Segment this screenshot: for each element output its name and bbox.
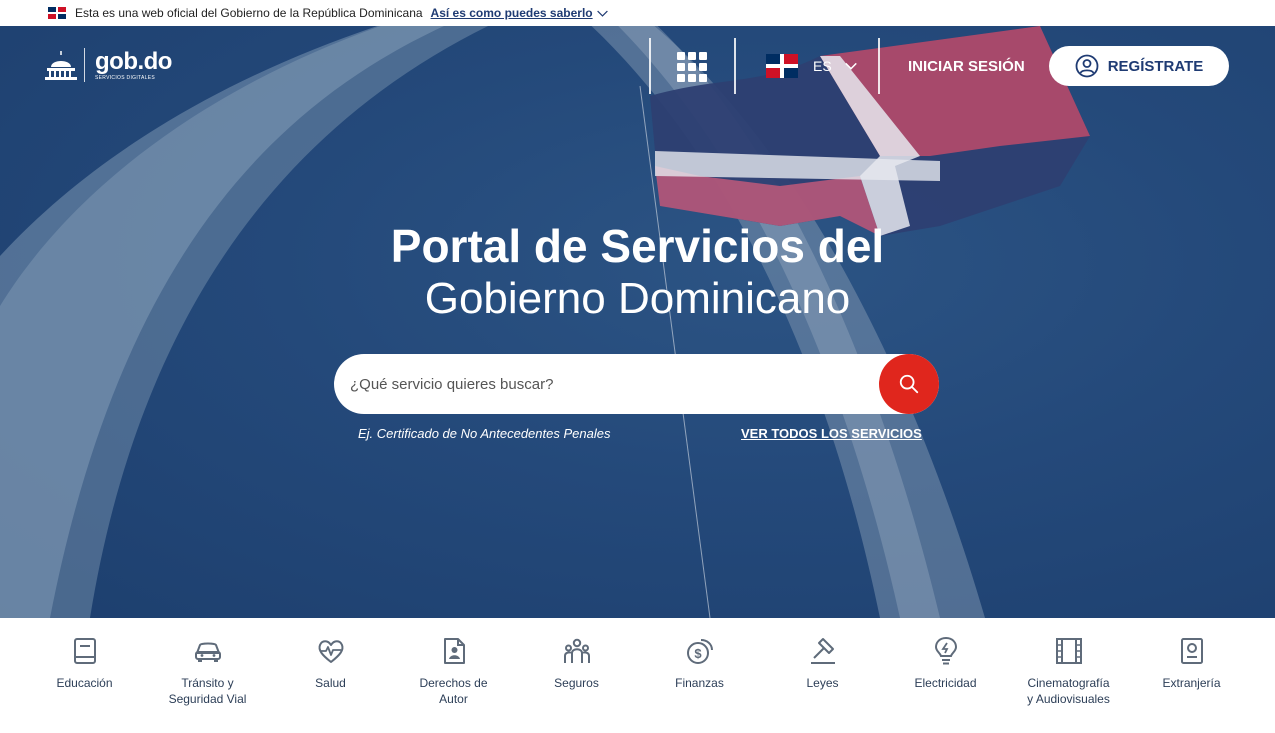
search-icon — [899, 374, 919, 394]
category-transit[interactable]: Tránsito y Seguridad Vial — [146, 618, 269, 733]
category-copyright[interactable]: Derechos de Autor — [392, 618, 515, 733]
category-insurance[interactable]: Seguros — [515, 618, 638, 733]
coins-icon: $ — [686, 639, 713, 664]
search-example-text: Ej. Certificado de No Antecedentes Penal… — [358, 426, 611, 441]
category-electricity[interactable]: Electricidad — [884, 618, 1007, 733]
all-services-link[interactable]: VER TODOS LOS SERVICIOS — [741, 426, 922, 441]
people-icon — [563, 638, 590, 663]
hero-section: gob.do SERVICIOS DIGITALES ES INICIAR SE… — [0, 26, 1275, 618]
language-selector[interactable]: ES — [766, 54, 858, 78]
register-button[interactable]: REGÍSTRATE — [1049, 46, 1229, 86]
logo-sub-text: SERVICIOS DIGITALES — [95, 74, 155, 81]
nav-divider — [649, 38, 651, 94]
page-subtitle: Gobierno Dominicano — [424, 274, 851, 323]
category-label: Extranjería — [1162, 676, 1221, 690]
category-label: Salud — [315, 676, 346, 690]
category-education[interactable]: Educación — [23, 618, 146, 733]
chevron-down-icon — [596, 10, 608, 17]
category-label: Derechos de Autor — [419, 676, 488, 706]
search-button[interactable] — [879, 354, 939, 414]
official-banner-text: Esta es una web oficial del Gobierno de … — [75, 6, 423, 20]
category-label: Finanzas — [675, 676, 724, 690]
login-button[interactable]: INICIAR SESIÓN — [908, 58, 1025, 75]
svg-text:$: $ — [694, 646, 702, 661]
grid-icon — [677, 52, 685, 60]
passport-icon — [1180, 638, 1203, 664]
category-label: Tránsito y Seguridad Vial — [168, 676, 247, 706]
gob-do-logo[interactable]: gob.do SERVICIOS DIGITALES — [44, 48, 172, 82]
lightbulb-icon — [934, 636, 957, 665]
category-finance[interactable]: $ Finanzas — [638, 618, 761, 733]
category-label: Leyes — [806, 676, 839, 690]
page-title: Portal de Servicios del — [390, 220, 885, 272]
film-icon — [1055, 638, 1082, 664]
category-health[interactable]: Salud — [269, 618, 392, 733]
category-label: Electricidad — [914, 676, 977, 690]
official-info-link-label: Así es como puedes saberlo — [430, 6, 593, 20]
category-laws[interactable]: Leyes — [761, 618, 884, 733]
heart-pulse-icon — [318, 640, 343, 663]
search-bar — [334, 354, 939, 414]
chevron-down-icon — [844, 62, 857, 70]
logo-main-text: gob.do — [95, 47, 172, 75]
book-icon — [73, 638, 96, 664]
logo-divider — [84, 48, 85, 82]
dominican-flag-icon — [48, 7, 66, 19]
nav-divider — [878, 38, 880, 94]
official-info-link[interactable]: Así es como puedes saberlo — [431, 6, 609, 20]
apps-menu-button[interactable] — [677, 52, 707, 82]
category-bar: Educación Tránsito y Seguridad Vial Salu… — [0, 618, 1275, 733]
category-label: Cinematografía y Audiovisuales — [1027, 676, 1110, 706]
document-person-icon — [443, 638, 465, 664]
nav-divider — [734, 38, 736, 94]
dominican-flag-icon — [766, 54, 798, 78]
language-code: ES — [813, 58, 832, 74]
user-circle-icon — [1075, 54, 1099, 78]
register-button-label: REGÍSTRATE — [1107, 57, 1204, 75]
official-banner: Esta es una web oficial del Gobierno de … — [0, 0, 1275, 26]
search-input[interactable] — [350, 354, 870, 414]
category-label: Seguros — [554, 676, 599, 690]
category-cinema[interactable]: Cinematografía y Audiovisuales — [1007, 618, 1130, 733]
gavel-icon — [810, 638, 835, 664]
car-icon — [194, 642, 221, 662]
category-label: Educación — [56, 676, 113, 690]
category-immigration[interactable]: Extranjería — [1130, 618, 1253, 733]
palace-icon — [45, 51, 77, 80]
